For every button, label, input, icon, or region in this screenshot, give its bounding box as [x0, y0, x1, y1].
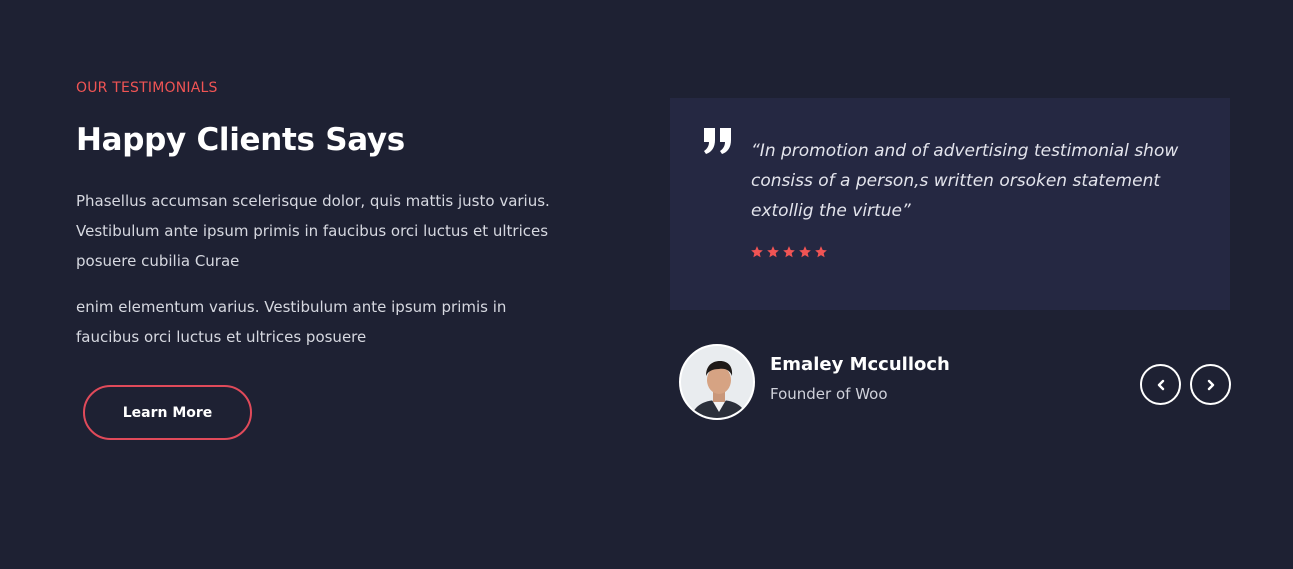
learn-more-button[interactable]: Learn More: [83, 385, 252, 440]
star-icon: [815, 246, 827, 258]
star-icon: [783, 246, 795, 258]
secondary-paragraph: enim elementum varius. Vestibulum ante i…: [76, 298, 507, 346]
chevron-right-icon: [1207, 379, 1214, 390]
testimonial-card: “In promotion and of advertising testimo…: [670, 98, 1230, 310]
star-icon: [799, 246, 811, 258]
previous-button[interactable]: [1140, 364, 1181, 405]
star-icon: [767, 246, 779, 258]
intro-paragraph: Phasellus accumsan scelerisque dolor, qu…: [76, 192, 550, 270]
star-icon: [751, 246, 763, 258]
author-role: Founder of Woo: [770, 385, 888, 403]
star-rating: [750, 245, 828, 259]
section-title: Happy Clients Says: [76, 122, 405, 158]
next-button[interactable]: [1190, 364, 1231, 405]
quote-icon: [704, 128, 731, 154]
testimonials-section: OUR TESTIMONIALS Happy Clients Says Phas…: [0, 0, 1293, 569]
chevron-left-icon: [1157, 379, 1164, 390]
testimonial-quote: “In promotion and of advertising testimo…: [751, 141, 1179, 221]
author-avatar: [679, 344, 755, 420]
section-eyebrow: OUR TESTIMONIALS: [76, 80, 218, 96]
author-name: Emaley Mcculloch: [770, 354, 950, 375]
